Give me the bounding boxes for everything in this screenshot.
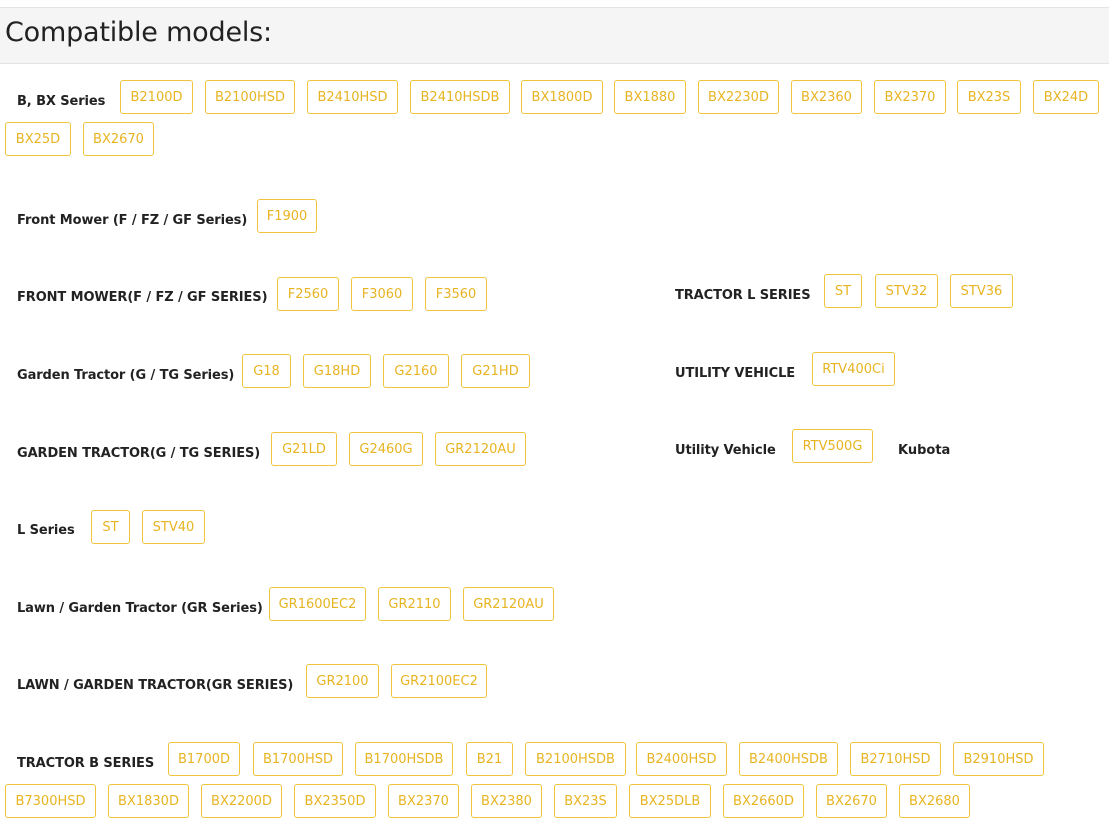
series-label-front-mower-f-fz-gf-series: FRONT MOWER(F / FZ / GF SERIES) <box>17 290 268 305</box>
series-label-utility-vehicle: Utility Vehicle <box>675 443 776 458</box>
model-chip-gr2110[interactable]: GR2110 <box>378 587 451 621</box>
series-label-lawn-garden-tractor-gr-series: Lawn / Garden Tractor (GR Series) <box>17 601 263 616</box>
series-label-garden-tractor-g-tg-series: GARDEN TRACTOR(G / TG SERIES) <box>17 446 261 461</box>
model-chip-stv36[interactable]: STV36 <box>950 274 1013 308</box>
page-title: Compatible models: <box>5 17 272 48</box>
model-chip-b2710hsd[interactable]: B2710HSD <box>850 742 941 776</box>
model-chip-b2410hsdb[interactable]: B2410HSDB <box>410 80 510 114</box>
model-chip-bx2370[interactable]: BX2370 <box>874 80 946 114</box>
model-chip-bx23s[interactable]: BX23S <box>957 80 1021 114</box>
model-chip-b2910hsd[interactable]: B2910HSD <box>953 742 1044 776</box>
series-label-garden-tractor-g-tg-series: Garden Tractor (G / TG Series) <box>17 368 235 383</box>
model-chip-bx2200d[interactable]: BX2200D <box>201 784 282 818</box>
model-chip-st[interactable]: ST <box>91 510 130 544</box>
model-chip-b2100hsd[interactable]: B2100HSD <box>205 80 295 114</box>
series-label-tractor-l-series: TRACTOR L SERIES <box>675 288 811 303</box>
model-chip-bx1830d[interactable]: BX1830D <box>108 784 189 818</box>
model-chip-gr2100[interactable]: GR2100 <box>306 664 379 698</box>
model-chip-f1900[interactable]: F1900 <box>257 199 317 233</box>
model-chip-stv40[interactable]: STV40 <box>142 510 205 544</box>
model-chip-bx2670[interactable]: BX2670 <box>83 122 154 156</box>
model-chip-gr2120au[interactable]: GR2120AU <box>463 587 554 621</box>
model-chip-st[interactable]: ST <box>824 274 862 308</box>
model-chip-bx2670[interactable]: BX2670 <box>816 784 887 818</box>
model-chip-f3560[interactable]: F3560 <box>425 277 487 311</box>
model-chip-stv32[interactable]: STV32 <box>875 274 938 308</box>
model-chip-bx2350d[interactable]: BX2350D <box>294 784 376 818</box>
series-label-lawn-garden-tractor-gr-series: LAWN / GARDEN TRACTOR(GR SERIES) <box>17 678 294 693</box>
model-chip-bx23s[interactable]: BX23S <box>554 784 617 818</box>
model-chip-gr2100ec2[interactable]: GR2100EC2 <box>391 664 487 698</box>
series-label-utility-vehicle: UTILITY VEHICLE <box>675 366 796 381</box>
model-chip-gr1600ec2[interactable]: GR1600EC2 <box>269 587 366 621</box>
model-chip-g2460g[interactable]: G2460G <box>349 432 423 466</box>
model-chip-g18hd[interactable]: G18HD <box>303 354 371 388</box>
model-chip-b1700d[interactable]: B1700D <box>168 742 240 776</box>
model-chip-bx2680[interactable]: BX2680 <box>899 784 970 818</box>
model-chip-bx2360[interactable]: BX2360 <box>791 80 862 114</box>
series-label-tractor-b-series: TRACTOR B SERIES <box>17 756 155 771</box>
brand-label: Kubota <box>898 443 951 458</box>
model-chip-b2400hsd[interactable]: B2400HSD <box>636 742 727 776</box>
model-chip-bx24d[interactable]: BX24D <box>1033 80 1099 114</box>
model-chip-b7300hsd[interactable]: B7300HSD <box>5 784 96 818</box>
model-chip-bx2370[interactable]: BX2370 <box>388 784 459 818</box>
model-chip-bx25dlb[interactable]: BX25DLB <box>629 784 711 818</box>
model-chip-rtv400ci[interactable]: RTV400Ci <box>812 352 895 386</box>
model-chip-bx1880[interactable]: BX1880 <box>614 80 686 114</box>
model-chip-bx25d[interactable]: BX25D <box>5 122 71 156</box>
series-label-front-mower-f-fz-gf-series: Front Mower (F / FZ / GF Series) <box>17 213 248 228</box>
series-label-b-bx-series: B, BX Series <box>17 94 106 109</box>
model-chip-bx2230d[interactable]: BX2230D <box>698 80 779 114</box>
model-chip-rtv500g[interactable]: RTV500G <box>792 429 873 463</box>
model-chip-b2100d[interactable]: B2100D <box>120 80 193 114</box>
series-label-l-series: L Series <box>17 523 75 538</box>
model-chip-b2410hsd[interactable]: B2410HSD <box>307 80 398 114</box>
model-chip-g2160[interactable]: G2160 <box>383 354 449 388</box>
model-chip-bx2380[interactable]: BX2380 <box>471 784 542 818</box>
model-chip-bx2660d[interactable]: BX2660D <box>723 784 804 818</box>
model-chip-bx1800d[interactable]: BX1800D <box>521 80 603 114</box>
model-chip-f2560[interactable]: F2560 <box>277 277 339 311</box>
model-chip-g21ld[interactable]: G21LD <box>271 432 337 466</box>
model-chip-g21hd[interactable]: G21HD <box>461 354 530 388</box>
model-chip-gr2120au[interactable]: GR2120AU <box>435 432 526 466</box>
model-chip-b1700hsd[interactable]: B1700HSD <box>253 742 343 776</box>
model-chip-b2400hsdb[interactable]: B2400HSDB <box>739 742 838 776</box>
model-chip-b2100hsdb[interactable]: B2100HSDB <box>525 742 626 776</box>
page-header: Compatible models: <box>0 7 1109 64</box>
model-chip-b21[interactable]: B21 <box>466 742 513 776</box>
model-chip-b1700hsdb[interactable]: B1700HSDB <box>355 742 453 776</box>
model-chip-g18[interactable]: G18 <box>242 354 291 388</box>
model-chip-f3060[interactable]: F3060 <box>351 277 413 311</box>
